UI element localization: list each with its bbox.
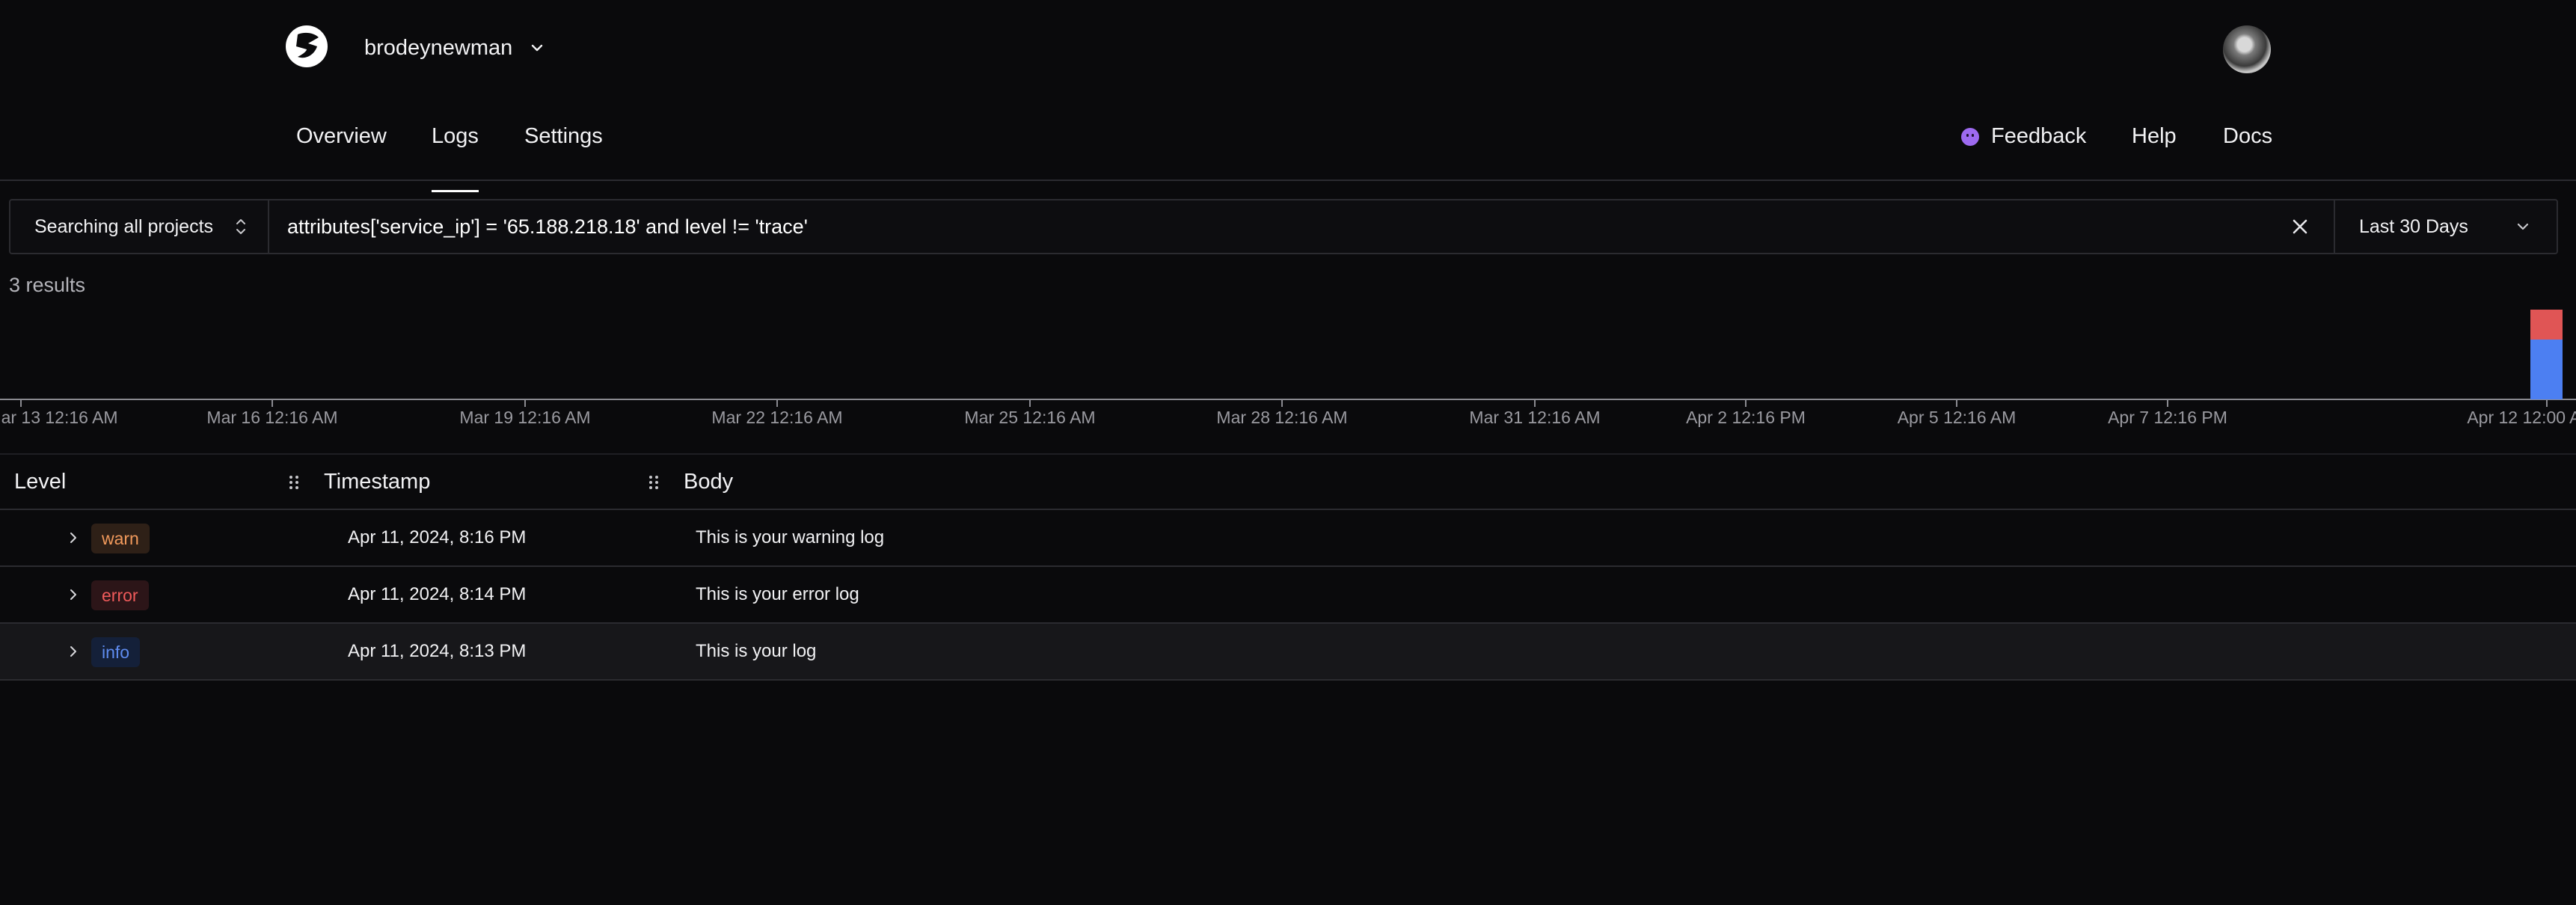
- grip-icon[interactable]: [288, 474, 300, 491]
- search-input[interactable]: attributes['service_ip'] = '65.188.218.1…: [287, 200, 808, 253]
- highlight-logo-icon[interactable]: [284, 24, 329, 69]
- timestamp-cell: Apr 11, 2024, 8:13 PM: [348, 641, 527, 661]
- timestamp-cell: Apr 11, 2024, 8:14 PM: [348, 584, 527, 604]
- x-tick-label: Apr 7 12:16 PM: [2108, 408, 2227, 427]
- body-cell: This is your error log: [696, 584, 859, 604]
- table-row[interactable]: warn Apr 11, 2024, 8:16 PM This is your …: [0, 510, 2576, 567]
- timestamp-cell: Apr 11, 2024, 8:16 PM: [348, 527, 527, 547]
- smiley-icon: [1961, 127, 1979, 146]
- x-tick-label: Mar 13 12:16 AM: [0, 408, 118, 427]
- results-count: 3 results: [9, 274, 86, 296]
- x-tick-label: Apr 5 12:16 AM: [1898, 408, 2017, 427]
- x-tick-label: Apr 12 12:00 AM: [2467, 408, 2576, 427]
- x-tick-label: Mar 16 12:16 AM: [206, 408, 337, 427]
- chevron-down-icon: [532, 44, 543, 52]
- x-tick-label: Apr 2 12:16 PM: [1686, 408, 1806, 427]
- grip-icon[interactable]: [648, 474, 660, 491]
- log-histogram[interactable]: Mar 13 12:16 AM Mar 16 12:16 AM Mar 19 12:…: [0, 299, 2576, 434]
- user-avatar[interactable]: [2223, 25, 2271, 73]
- x-tick-label: Mar 22 12:16 AM: [711, 408, 842, 427]
- workspace-switcher[interactable]: brodeynewman: [364, 33, 545, 63]
- time-range-label: Last 30 Days: [2359, 215, 2468, 237]
- chevron-right-icon[interactable]: [66, 587, 81, 602]
- table-header: Level Timestamp Body: [0, 453, 2576, 510]
- docs-link[interactable]: Docs: [2223, 124, 2272, 149]
- search-bar: Searching all projects attributes['servi…: [9, 199, 2558, 254]
- chevron-up-down-icon: [236, 219, 246, 234]
- project-selector-label: Searching all projects: [34, 215, 214, 237]
- tab-settings[interactable]: Settings: [524, 124, 603, 149]
- feedback-button[interactable]: Feedback: [1961, 124, 2086, 149]
- x-tick-label: Mar 25 12:16 AM: [964, 408, 1095, 427]
- table-row[interactable]: error Apr 11, 2024, 8:14 PM This is your…: [0, 567, 2576, 624]
- x-tick-label: Mar 19 12:16 AM: [459, 408, 590, 427]
- column-header-timestamp[interactable]: Timestamp: [324, 455, 430, 509]
- top-header: brodeynewman Overview Logs Settings Feed…: [0, 0, 2576, 192]
- tab-overview[interactable]: Overview: [296, 124, 387, 149]
- level-badge: warn: [91, 524, 150, 553]
- x-tick-label: Mar 28 12:16 AM: [1216, 408, 1347, 427]
- help-link[interactable]: Help: [2132, 124, 2177, 149]
- histogram-bar-error: [2530, 310, 2563, 340]
- close-icon[interactable]: [2289, 215, 2311, 238]
- chevron-right-icon[interactable]: [66, 644, 81, 659]
- column-header-level[interactable]: Level: [14, 455, 66, 509]
- project-selector[interactable]: Searching all projects: [10, 200, 269, 253]
- level-badge: info: [91, 637, 141, 667]
- workspace-name: brodeynewman: [364, 35, 513, 60]
- feedback-label: Feedback: [1991, 124, 2087, 148]
- table-row[interactable]: info Apr 11, 2024, 8:13 PM This is your …: [0, 624, 2576, 681]
- chevron-down-icon: [2517, 223, 2529, 230]
- tab-logs[interactable]: Logs: [432, 124, 479, 192]
- x-tick-label: Mar 31 12:16 AM: [1469, 408, 1600, 427]
- histogram-bar-info: [2530, 340, 2563, 399]
- chevron-right-icon[interactable]: [66, 530, 81, 545]
- column-header-body[interactable]: Body: [684, 455, 733, 509]
- body-cell: This is your warning log: [696, 527, 885, 547]
- body-cell: This is your log: [696, 641, 817, 661]
- time-range-select[interactable]: Last 30 Days: [2334, 200, 2558, 253]
- level-badge: error: [91, 580, 149, 610]
